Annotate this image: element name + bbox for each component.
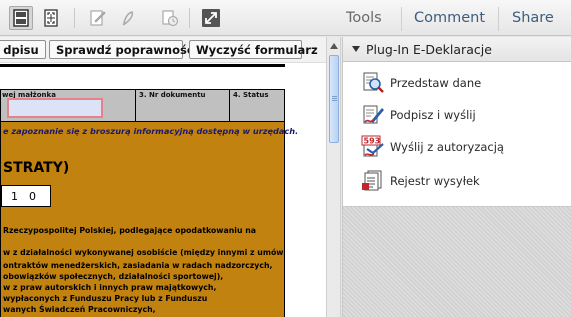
- panel-item-authorized-send[interactable]: 593 Wyślij z autoryzacją: [361, 135, 504, 159]
- toolbar-separator: [74, 8, 75, 28]
- form-toolbar: dpisu Sprawdź poprawność Wyczyść formula…: [0, 37, 326, 63]
- timestamp-sign-icon[interactable]: [158, 6, 182, 30]
- edit-sign-icon[interactable]: [86, 6, 110, 30]
- panel-item-label: Rejestr wysyłek: [390, 174, 480, 188]
- authorized-send-icon: 593: [361, 135, 385, 159]
- form-page: wej małżonka 3. Nr dokumentu 4. Status e…: [0, 89, 298, 317]
- form-text-line: wypłaconych z Funduszu Pracy lub z Fundu…: [3, 294, 208, 303]
- thumb-grip: [332, 96, 337, 97]
- scroll-up-arrow-icon[interactable]: [329, 41, 339, 51]
- spouse-field[interactable]: [7, 98, 103, 118]
- scroll-thumb[interactable]: [329, 55, 339, 143]
- status-label: 4. Status: [233, 91, 269, 99]
- thumb-grip: [332, 100, 337, 101]
- tab-separator: [498, 7, 499, 31]
- pen-sign-icon[interactable]: [117, 6, 141, 30]
- panel-item-label: Wyślij z autoryzacją: [390, 140, 504, 154]
- status-cell: 4. Status: [229, 90, 284, 121]
- panel-item-label: Podpisz i wyślij: [390, 108, 476, 122]
- collapse-arrow-icon[interactable]: [352, 46, 360, 52]
- magnifier-document-icon: [361, 71, 385, 95]
- form-text-line: w z praw autorskich i innych praw majątk…: [3, 283, 217, 292]
- form-text-line: ontraktów menedżerskich, zasiadania w ra…: [3, 261, 273, 270]
- plugin-panel: Plug-In E-Deklaracje Przedstaw dane Podp…: [342, 37, 571, 317]
- form-section: e zapoznanie się z broszurą informacyjną…: [0, 122, 298, 317]
- page-top-border: [0, 64, 285, 67]
- tab-share[interactable]: Share: [512, 10, 554, 26]
- digit: 1: [11, 190, 18, 203]
- auth-badge-text: 593: [364, 137, 381, 146]
- doc-number-label: 3. Nr dokumentu: [139, 91, 206, 99]
- doc-number-cell: 3. Nr dokumentu: [135, 90, 229, 121]
- form-header-row: wej małżonka 3. Nr dokumentu 4. Status: [0, 89, 285, 122]
- form-text-line: Rzeczypospolitej Polskiej, podlegające o…: [3, 226, 257, 235]
- clear-form-button[interactable]: Wyczyść formularz: [189, 40, 318, 59]
- verify-button[interactable]: Sprawdź poprawność: [49, 40, 194, 59]
- panel-empty-area: [343, 206, 571, 317]
- document-view[interactable]: dpisu Sprawdź poprawność Wyczyść formula…: [0, 37, 326, 317]
- form-text-line: obowiązków społecznych, działalności spo…: [3, 272, 224, 281]
- brochure-note: e zapoznanie się z broszurą informacyjną…: [3, 126, 299, 136]
- digit: 0: [29, 190, 36, 203]
- send-register-icon: [361, 169, 385, 193]
- tab-comment[interactable]: Comment: [414, 10, 485, 26]
- number-field[interactable]: 1 0: [1, 185, 51, 207]
- main-toolbar: Tools Comment Share: [0, 0, 571, 36]
- tab-separator: [401, 7, 402, 31]
- panel-item-sign-send[interactable]: Podpisz i wyślij: [361, 103, 476, 127]
- toolbar-separator: [189, 8, 190, 28]
- sign-button[interactable]: dpisu: [0, 40, 46, 59]
- panel-item-send-register[interactable]: Rejestr wysyłek: [361, 169, 480, 193]
- panel-actions: Przedstaw dane Podpisz i wyślij 593 Wyśl…: [343, 63, 571, 206]
- sign-send-icon: [361, 103, 385, 127]
- expand-icon[interactable]: [199, 6, 223, 30]
- panel-title: Plug-In E-Deklaracje: [366, 42, 492, 57]
- section-title: STRATY): [3, 160, 70, 176]
- thumb-grip: [332, 98, 337, 99]
- form-text-line: wanych Świadczeń Pracowniczych,: [3, 305, 156, 314]
- panel-header[interactable]: Plug-In E-Deklaracje: [343, 37, 571, 62]
- fit-page-icon[interactable]: [39, 6, 63, 30]
- vertical-scrollbar[interactable]: [326, 37, 341, 317]
- tab-tools[interactable]: Tools: [346, 10, 382, 26]
- panel-item-present-data[interactable]: Przedstaw dane: [361, 71, 481, 95]
- panel-item-label: Przedstaw dane: [390, 76, 482, 90]
- page-layout-icon[interactable]: [9, 6, 33, 30]
- form-text-line: w z działalności wykonywanej osobiście (…: [3, 248, 284, 257]
